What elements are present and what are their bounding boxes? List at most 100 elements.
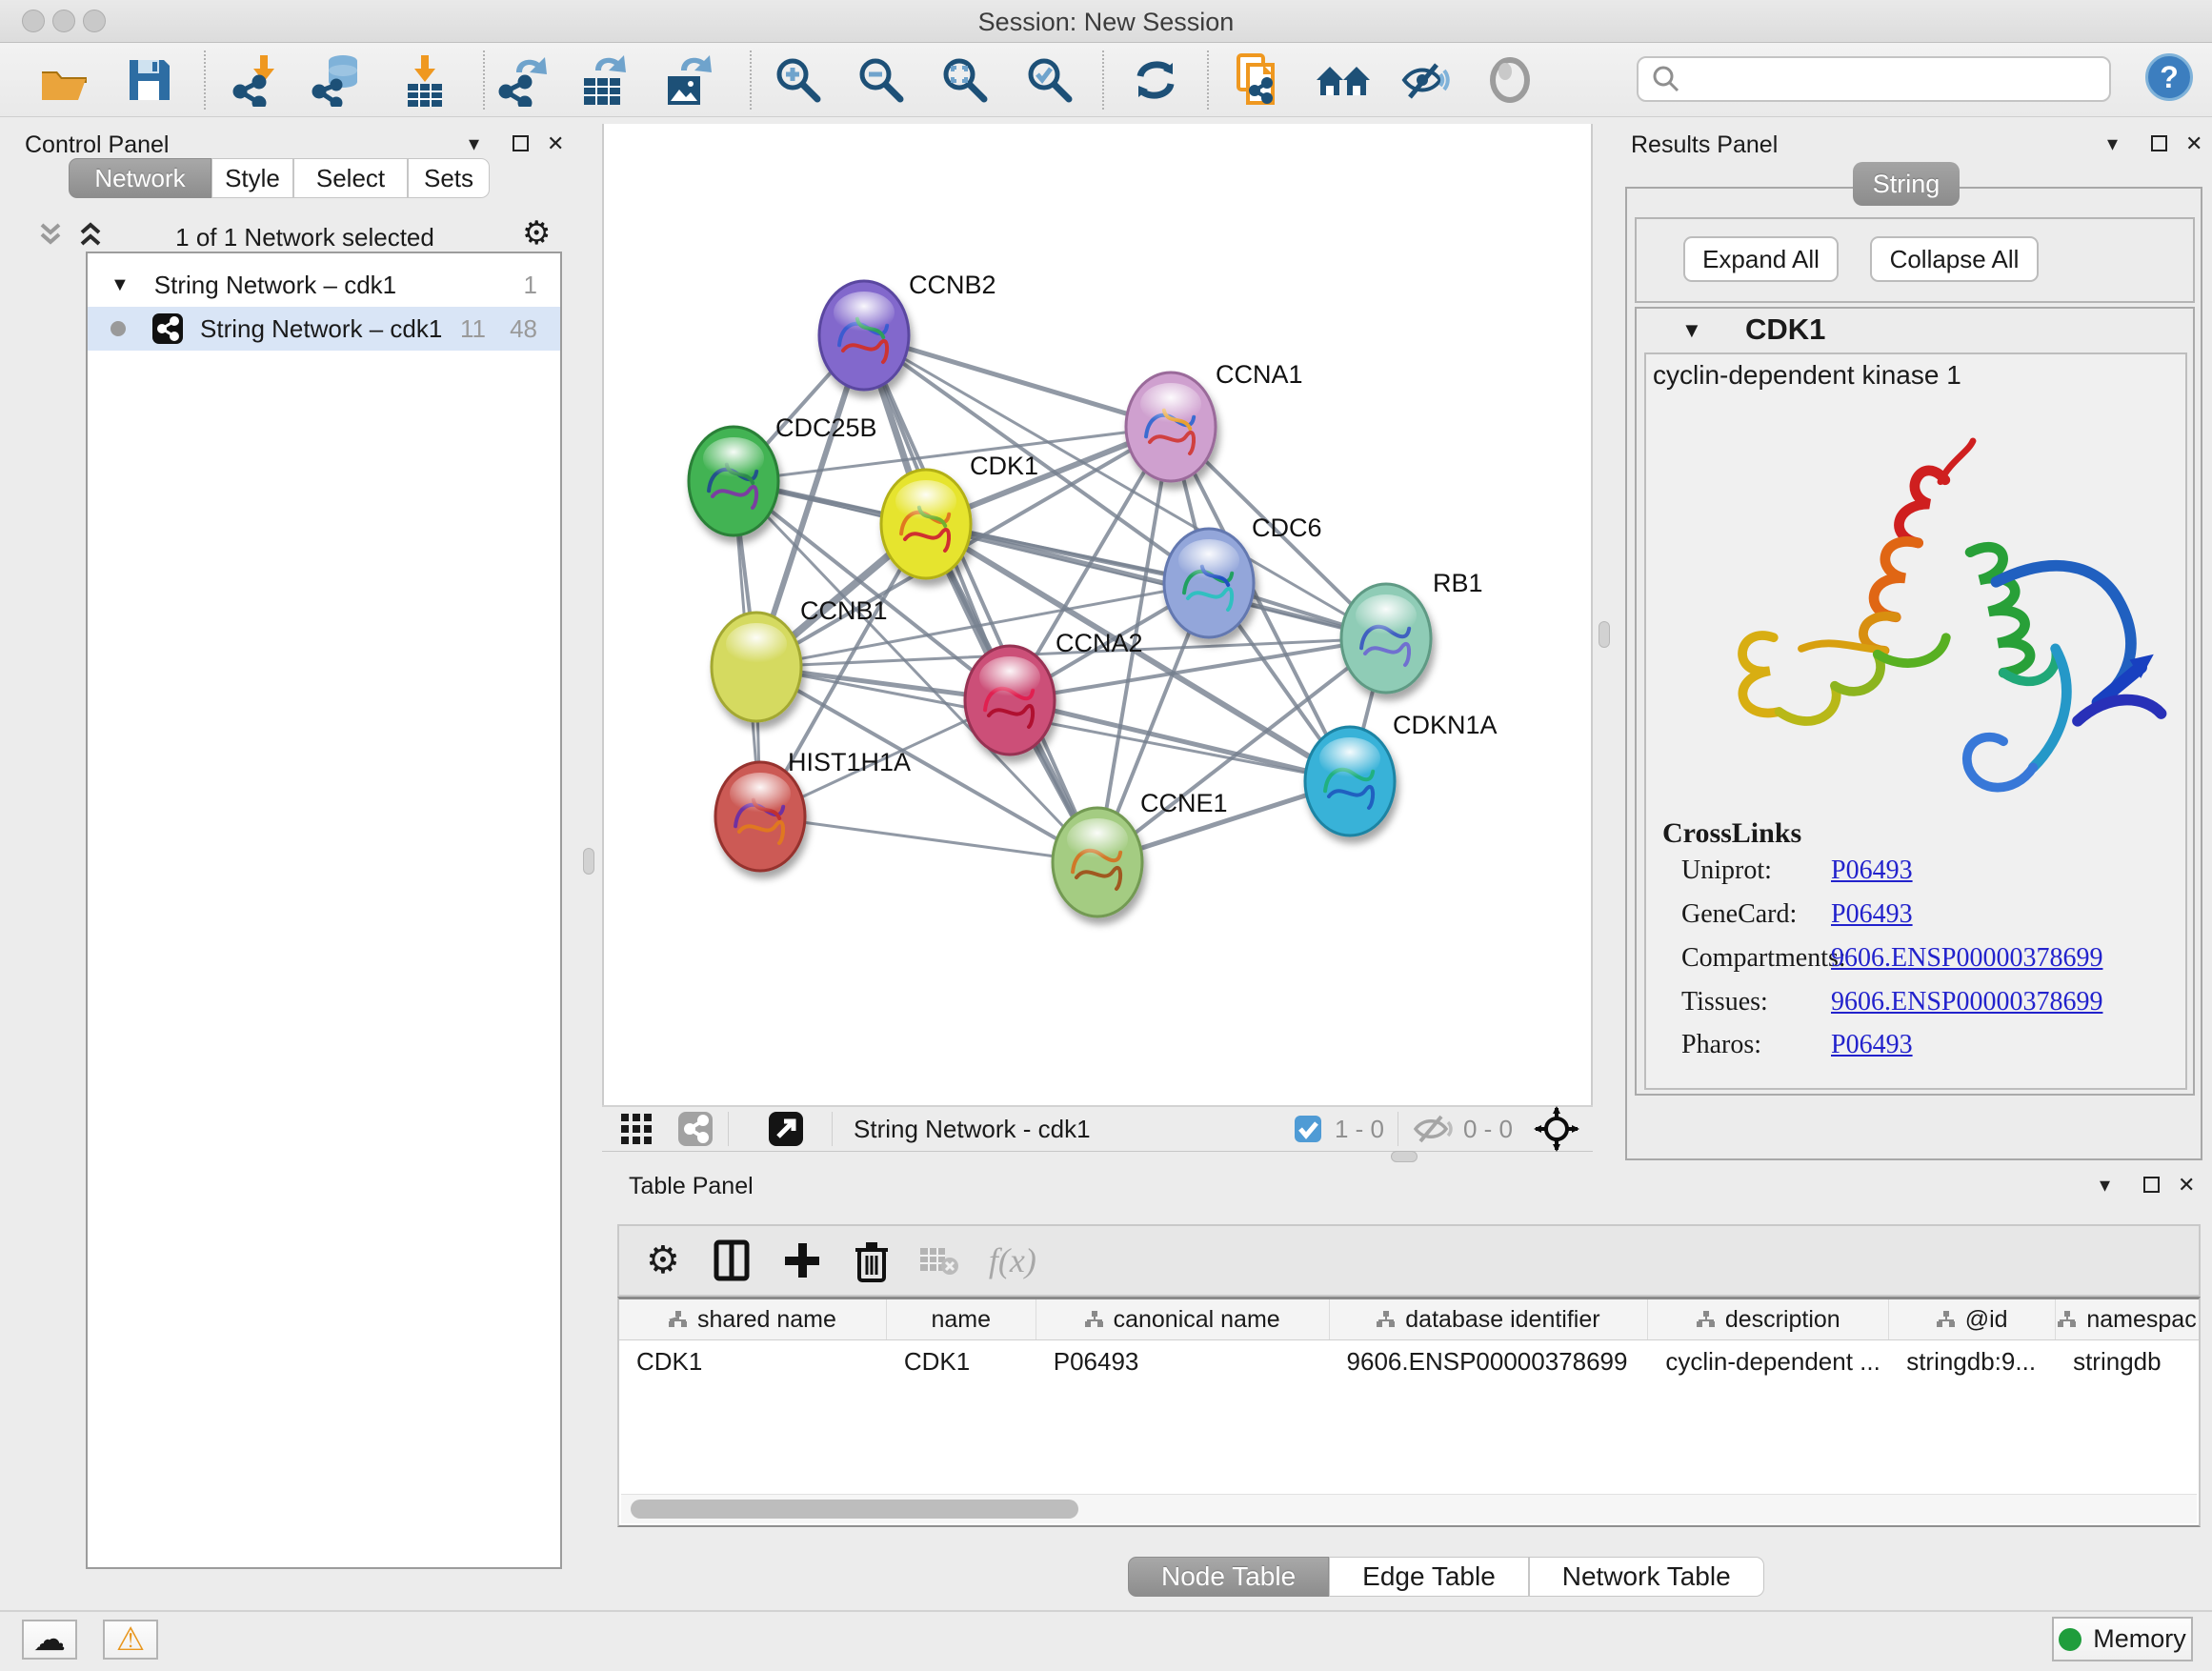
table-settings-gear-icon[interactable]: ⚙: [646, 1241, 680, 1279]
table-row[interactable]: CDK1 CDK1 P06493 9606.ENSP00000378699 cy…: [619, 1340, 2199, 1382]
help-button[interactable]: ?: [2145, 53, 2193, 101]
tab-string[interactable]: String: [1853, 162, 1960, 206]
zoom-out-button[interactable]: [851, 49, 912, 111]
share-view-icon[interactable]: [676, 1110, 714, 1148]
tab-sets[interactable]: Sets: [408, 158, 490, 198]
help-icon: ?: [2160, 60, 2179, 95]
protein-node[interactable]: CCNE1: [1053, 789, 1228, 916]
cell-shared-name[interactable]: CDK1: [619, 1340, 887, 1382]
zoom-fit-button[interactable]: [935, 49, 995, 111]
column-header[interactable]: description: [1648, 1299, 1889, 1339]
results-panel-close-icon[interactable]: ✕: [2185, 133, 2202, 154]
memory-button[interactable]: Memory: [2052, 1617, 2193, 1661]
import-table-button[interactable]: [394, 49, 455, 111]
cell-id[interactable]: stringdb:9...: [1889, 1340, 2056, 1382]
results-panel-collapse-icon[interactable]: ▾: [2107, 133, 2118, 154]
protein-node[interactable]: CCNA1: [1126, 360, 1303, 481]
tab-style[interactable]: Style: [211, 158, 293, 198]
reset-view-crosshair-icon[interactable]: [1534, 1106, 1579, 1152]
collapse-all-networks-button[interactable]: [34, 221, 67, 254]
network-options-gear-icon[interactable]: ⚙: [522, 217, 551, 250]
tree-expand-icon[interactable]: ▼: [111, 274, 130, 296]
column-header[interactable]: @id: [1889, 1299, 2056, 1339]
hidden-eye-slash-icon[interactable]: [1412, 1112, 1454, 1146]
results-panel-float-icon[interactable]: [2151, 135, 2167, 156]
crosslink-link[interactable]: P06493: [1831, 856, 1913, 886]
function-builder-fx[interactable]: f(x): [989, 1240, 1036, 1280]
splitter-handle[interactable]: [583, 848, 594, 875]
zoom-in-button[interactable]: [768, 49, 829, 111]
open-in-window-icon[interactable]: [767, 1110, 805, 1148]
protein-node[interactable]: CDK1: [881, 452, 1038, 578]
control-panel-float-icon[interactable]: [513, 135, 529, 156]
column-header[interactable]: name: [887, 1299, 1036, 1339]
tab-network-table[interactable]: Network Table: [1529, 1557, 1764, 1597]
refresh-button[interactable]: [1125, 49, 1186, 111]
collapse-all-button[interactable]: Collapse All: [1870, 236, 2039, 282]
show-panels-button[interactable]: [1479, 49, 1540, 111]
crosslink-link[interactable]: P06493: [1831, 899, 1913, 930]
column-header[interactable]: shared name: [619, 1299, 887, 1339]
export-table-button[interactable]: [574, 49, 635, 111]
home-button[interactable]: [1313, 49, 1374, 111]
protein-node[interactable]: HIST1H1A: [715, 748, 911, 871]
table-panel-collapse-icon[interactable]: ▾: [2100, 1175, 2110, 1196]
gene-section-expand-icon[interactable]: ▼: [1681, 318, 1702, 343]
export-network-button[interactable]: [493, 49, 554, 111]
open-session-button[interactable]: [34, 49, 95, 111]
control-panel-close-icon[interactable]: ✕: [547, 133, 564, 154]
warnings-button[interactable]: ⚠: [103, 1620, 158, 1660]
double-chevron-up-icon: [74, 221, 107, 250]
cell-namespace[interactable]: stringdb: [2056, 1340, 2199, 1382]
control-panel-collapse-icon[interactable]: ▾: [469, 133, 479, 154]
protein-node[interactable]: CDKN1A: [1305, 711, 1498, 836]
collection-count: 1: [524, 271, 537, 300]
horizontal-scrollbar[interactable]: [621, 1494, 2197, 1523]
network-canvas[interactable]: CCNB2CCNA1CDC25BCDK1CDC6RB1CCNB1CCNA2CDK…: [602, 124, 1593, 1105]
hide-panels-button[interactable]: [1396, 49, 1457, 111]
delete-table-icon[interactable]: [918, 1244, 960, 1277]
expand-all-button[interactable]: Expand All: [1683, 236, 1839, 282]
search-field[interactable]: [1637, 56, 2111, 102]
cloud-button[interactable]: ☁: [22, 1620, 77, 1660]
protein-node[interactable]: RB1: [1341, 569, 1483, 693]
cell-name[interactable]: CDK1: [887, 1340, 1036, 1382]
create-column-plus-icon[interactable]: [783, 1241, 821, 1279]
show-columns-icon[interactable]: [713, 1238, 751, 1282]
table-panel-close-icon[interactable]: ✕: [2178, 1175, 2195, 1196]
zoom-selected-button[interactable]: [1019, 49, 1080, 111]
export-image-button[interactable]: [658, 49, 719, 111]
tab-node-table[interactable]: Node Table: [1128, 1557, 1329, 1597]
import-network-button[interactable]: [228, 49, 289, 111]
crosslink-link[interactable]: 9606.ENSP00000378699: [1831, 943, 2102, 974]
delete-column-trash-icon[interactable]: [854, 1238, 890, 1282]
search-input[interactable]: [1690, 65, 2094, 93]
tab-edge-table[interactable]: Edge Table: [1329, 1557, 1529, 1597]
selected-checkbox-icon[interactable]: [1293, 1114, 1323, 1144]
tab-select[interactable]: Select: [293, 158, 408, 198]
splitter-handle[interactable]: [1599, 621, 1610, 648]
save-session-button[interactable]: [119, 49, 180, 111]
network-snapshot-button[interactable]: [1229, 49, 1290, 111]
cell-database-identifier[interactable]: 9606.ENSP00000378699: [1330, 1340, 1649, 1382]
network-collection-row[interactable]: ▼ String Network – cdk1 1: [88, 263, 560, 307]
network-row-selected[interactable]: String Network – cdk1 11 48: [88, 307, 560, 351]
import-database-button[interactable]: [307, 49, 368, 111]
network-graph[interactable]: CCNB2CCNA1CDC25BCDK1CDC6RB1CCNB1CCNA2CDK…: [604, 124, 1591, 1105]
column-header[interactable]: namespac: [2056, 1299, 2199, 1339]
cell-canonical-name[interactable]: P06493: [1036, 1340, 1330, 1382]
column-header[interactable]: canonical name: [1036, 1299, 1330, 1339]
crosslink-link[interactable]: 9606.ENSP00000378699: [1831, 987, 2102, 1017]
table-panel-float-icon[interactable]: [2143, 1177, 2160, 1198]
tab-network[interactable]: Network: [69, 158, 211, 198]
cell-description[interactable]: cyclin-dependent ...: [1648, 1340, 1889, 1382]
protein-node[interactable]: CCNB2: [819, 271, 996, 390]
expand-all-networks-button[interactable]: [74, 221, 107, 254]
crosslink-link[interactable]: P06493: [1831, 1030, 1913, 1060]
scrollbar-thumb[interactable]: [631, 1500, 1078, 1519]
column-header[interactable]: database identifier: [1330, 1299, 1649, 1339]
splitter-handle[interactable]: [1391, 1151, 1418, 1162]
birds-eye-grid-icon[interactable]: [619, 1112, 654, 1146]
protein-node[interactable]: CCNB1: [712, 596, 888, 721]
network-name: String Network – cdk1: [200, 314, 442, 344]
